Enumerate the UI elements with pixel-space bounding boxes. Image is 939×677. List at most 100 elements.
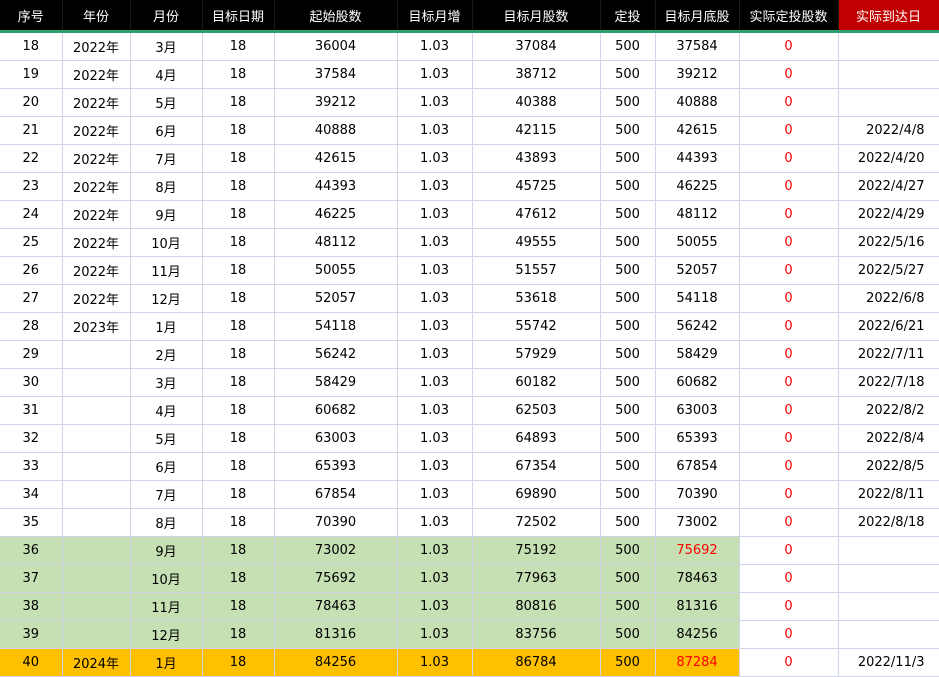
cell-actual[interactable]: 0	[739, 256, 839, 285]
cell-start[interactable]: 70390	[274, 508, 398, 537]
cell-month[interactable]: 6月	[130, 116, 203, 145]
cell-date[interactable]	[838, 592, 939, 621]
cell-end[interactable]: 87284	[655, 648, 740, 677]
cell-growth[interactable]: 1.03	[397, 648, 473, 677]
cell-month[interactable]: 9月	[130, 536, 203, 565]
cell-day[interactable]: 18	[202, 228, 275, 257]
cell-actual[interactable]: 0	[739, 564, 839, 593]
cell-target[interactable]: 80816	[472, 592, 601, 621]
cell-year[interactable]: 2022年	[62, 88, 131, 117]
cell-target[interactable]: 42115	[472, 116, 601, 145]
cell-growth[interactable]: 1.03	[397, 116, 473, 145]
cell-actual[interactable]: 0	[739, 88, 839, 117]
cell-day[interactable]: 18	[202, 116, 275, 145]
cell-start[interactable]: 50055	[274, 256, 398, 285]
cell-month[interactable]: 10月	[130, 228, 203, 257]
cell-year[interactable]	[62, 396, 131, 425]
cell-end[interactable]: 48112	[655, 200, 740, 229]
cell-end[interactable]: 65393	[655, 424, 740, 453]
cell-start[interactable]: 75692	[274, 564, 398, 593]
cell-no[interactable]: 33	[0, 452, 63, 481]
cell-invest[interactable]: 500	[600, 228, 656, 257]
cell-actual[interactable]: 0	[739, 508, 839, 537]
cell-target[interactable]: 57929	[472, 340, 601, 369]
cell-growth[interactable]: 1.03	[397, 88, 473, 117]
cell-target[interactable]: 72502	[472, 508, 601, 537]
cell-invest[interactable]: 500	[600, 340, 656, 369]
cell-start[interactable]: 46225	[274, 200, 398, 229]
cell-date[interactable]	[838, 88, 939, 117]
cell-day[interactable]: 18	[202, 508, 275, 537]
cell-target[interactable]: 75192	[472, 536, 601, 565]
cell-day[interactable]: 18	[202, 536, 275, 565]
cell-no[interactable]: 21	[0, 116, 63, 145]
cell-no[interactable]: 23	[0, 172, 63, 201]
cell-end[interactable]: 67854	[655, 452, 740, 481]
cell-start[interactable]: 44393	[274, 172, 398, 201]
cell-month[interactable]: 6月	[130, 452, 203, 481]
cell-invest[interactable]: 500	[600, 592, 656, 621]
cell-target[interactable]: 40388	[472, 88, 601, 117]
cell-date[interactable]: 2022/8/4	[838, 424, 939, 453]
cell-growth[interactable]: 1.03	[397, 508, 473, 537]
cell-start[interactable]: 65393	[274, 452, 398, 481]
cell-actual[interactable]: 0	[739, 452, 839, 481]
cell-year[interactable]: 2022年	[62, 228, 131, 257]
cell-target[interactable]: 67354	[472, 452, 601, 481]
cell-actual[interactable]: 0	[739, 536, 839, 565]
cell-year[interactable]: 2022年	[62, 116, 131, 145]
cell-growth[interactable]: 1.03	[397, 620, 473, 649]
cell-invest[interactable]: 500	[600, 368, 656, 397]
cell-date[interactable]: 2022/4/29	[838, 200, 939, 229]
cell-target[interactable]: 83756	[472, 620, 601, 649]
cell-day[interactable]: 18	[202, 60, 275, 89]
cell-actual[interactable]: 0	[739, 172, 839, 201]
cell-month[interactable]: 7月	[130, 480, 203, 509]
cell-growth[interactable]: 1.03	[397, 536, 473, 565]
cell-no[interactable]: 22	[0, 144, 63, 173]
cell-year[interactable]	[62, 508, 131, 537]
cell-year[interactable]: 2022年	[62, 256, 131, 285]
cell-actual[interactable]: 0	[739, 480, 839, 509]
cell-target[interactable]: 55742	[472, 312, 601, 341]
cell-month[interactable]: 1月	[130, 312, 203, 341]
cell-day[interactable]: 18	[202, 172, 275, 201]
cell-actual[interactable]: 0	[739, 424, 839, 453]
cell-end[interactable]: 39212	[655, 60, 740, 89]
cell-no[interactable]: 34	[0, 480, 63, 509]
cell-start[interactable]: 42615	[274, 144, 398, 173]
cell-date[interactable]	[838, 620, 939, 649]
cell-date[interactable]: 2022/7/18	[838, 368, 939, 397]
cell-invest[interactable]: 500	[600, 31, 656, 61]
cell-day[interactable]: 18	[202, 564, 275, 593]
cell-day[interactable]: 18	[202, 452, 275, 481]
cell-month[interactable]: 1月	[130, 648, 203, 677]
cell-end[interactable]: 81316	[655, 592, 740, 621]
cell-end[interactable]: 40888	[655, 88, 740, 117]
cell-start[interactable]: 54118	[274, 312, 398, 341]
cell-year[interactable]	[62, 452, 131, 481]
cell-day[interactable]: 18	[202, 340, 275, 369]
cell-date[interactable]: 2022/4/20	[838, 144, 939, 173]
cell-no[interactable]: 26	[0, 256, 63, 285]
cell-start[interactable]: 52057	[274, 284, 398, 313]
cell-target[interactable]: 69890	[472, 480, 601, 509]
cell-day[interactable]: 18	[202, 284, 275, 313]
cell-growth[interactable]: 1.03	[397, 31, 473, 61]
cell-day[interactable]: 18	[202, 480, 275, 509]
cell-no[interactable]: 40	[0, 648, 63, 677]
cell-date[interactable]: 2022/5/16	[838, 228, 939, 257]
cell-end[interactable]: 44393	[655, 144, 740, 173]
cell-actual[interactable]: 0	[739, 312, 839, 341]
cell-no[interactable]: 36	[0, 536, 63, 565]
cell-invest[interactable]: 500	[600, 536, 656, 565]
cell-end[interactable]: 54118	[655, 284, 740, 313]
cell-day[interactable]: 18	[202, 424, 275, 453]
cell-day[interactable]: 18	[202, 144, 275, 173]
cell-start[interactable]: 84256	[274, 648, 398, 677]
cell-day[interactable]: 18	[202, 88, 275, 117]
cell-month[interactable]: 3月	[130, 31, 203, 61]
header-cell[interactable]: 序号	[0, 0, 63, 32]
cell-no[interactable]: 31	[0, 396, 63, 425]
cell-actual[interactable]: 0	[739, 368, 839, 397]
